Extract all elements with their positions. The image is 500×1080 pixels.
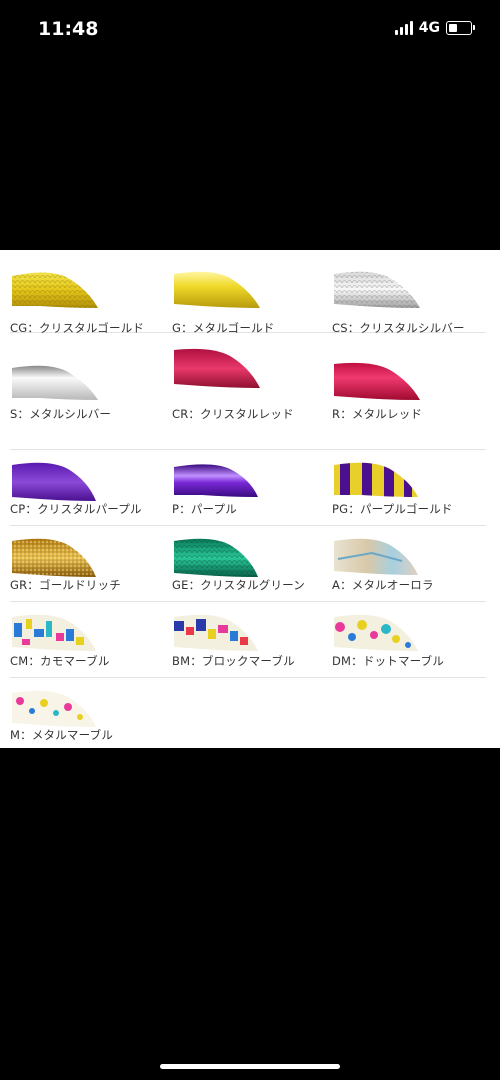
- color-label: CR：クリスタルレッド: [172, 407, 294, 421]
- color-label: P：パープル: [172, 502, 237, 516]
- color-item-gr: GR：ゴールドリッチ: [10, 525, 170, 597]
- lure-swatch-purple: [174, 464, 258, 497]
- color-chart: CG：クリスタルゴールド G：メタルゴールド CS：クリスタルシルバー S：メタ…: [0, 250, 500, 748]
- lure-swatch-metal-aurora: [334, 538, 418, 575]
- lure-swatch-crystal-green: [174, 538, 258, 577]
- color-item-ge: GE：クリスタルグリーン: [172, 525, 332, 597]
- lure-swatch-purple-gold: [334, 462, 418, 497]
- color-item-r: R：メタルレッド: [332, 352, 492, 424]
- color-label: CM：カモマーブル: [10, 654, 110, 668]
- lure-swatch-camo-marble: [12, 614, 96, 651]
- color-label: BM：ブロックマーブル: [172, 654, 295, 668]
- color-label: DM：ドットマーブル: [332, 654, 445, 668]
- status-time: 11:48: [38, 18, 99, 40]
- lure-swatch-metal-gold: [174, 271, 260, 308]
- color-item-cs: CS：クリスタルシルバー: [332, 260, 492, 335]
- color-label: CP：クリスタルパープル: [10, 502, 142, 516]
- color-item-cm: CM：カモマーブル: [10, 601, 170, 673]
- color-item-pg: PG：パープルゴールド: [332, 449, 492, 521]
- lure-swatch-crystal-silver: [334, 271, 420, 308]
- color-label: PG：パープルゴールド: [332, 502, 453, 516]
- color-label: M：メタルマーブル: [10, 728, 114, 742]
- network-type: 4G: [418, 20, 440, 36]
- lure-swatch-block-marble: [174, 614, 258, 651]
- color-label: CS：クリスタルシルバー: [332, 321, 465, 335]
- color-item-bm: BM：ブロックマーブル: [172, 601, 332, 673]
- lure-swatch-dot-marble: [334, 614, 418, 651]
- color-item-dm: DM：ドットマーブル: [332, 601, 492, 673]
- color-label: A：メタルオーロラ: [332, 578, 434, 592]
- lure-swatch-gold-rich: [12, 538, 96, 577]
- color-item-m: M：メタルマーブル: [10, 677, 170, 749]
- color-item-s: S：メタルシルバー: [10, 352, 170, 424]
- color-item-cg: CG：クリスタルゴールド: [10, 260, 170, 335]
- home-indicator[interactable]: [160, 1064, 340, 1069]
- color-label: GE：クリスタルグリーン: [172, 578, 306, 592]
- status-indicators: 4G: [394, 20, 475, 36]
- lure-swatch-metal-silver: [12, 365, 98, 400]
- color-label: G：メタルゴールド: [172, 321, 275, 335]
- color-item-a: A：メタルオーロラ: [332, 525, 492, 597]
- battery-icon: [446, 21, 475, 35]
- lure-swatch-crystal-purple: [12, 462, 96, 501]
- color-item-cp: CP：クリスタルパープル: [10, 449, 170, 521]
- lure-swatch-crystal-red: [174, 348, 260, 388]
- color-label: GR：ゴールドリッチ: [10, 578, 121, 592]
- color-item-cr: CR：クリスタルレッド: [172, 338, 332, 421]
- lure-swatch-metal-red: [334, 362, 420, 400]
- color-item-g: G：メタルゴールド: [172, 260, 332, 335]
- lure-swatch-crystal-gold: [12, 272, 98, 308]
- color-label: S：メタルシルバー: [10, 407, 112, 421]
- color-label: CG：クリスタルゴールド: [10, 321, 145, 335]
- lure-swatch-metal-marble: [12, 690, 96, 727]
- color-label: R：メタルレッド: [332, 407, 423, 421]
- signal-icon: [394, 21, 413, 35]
- status-bar: 11:48 4G: [0, 0, 500, 60]
- color-item-p: P：パープル: [172, 449, 332, 521]
